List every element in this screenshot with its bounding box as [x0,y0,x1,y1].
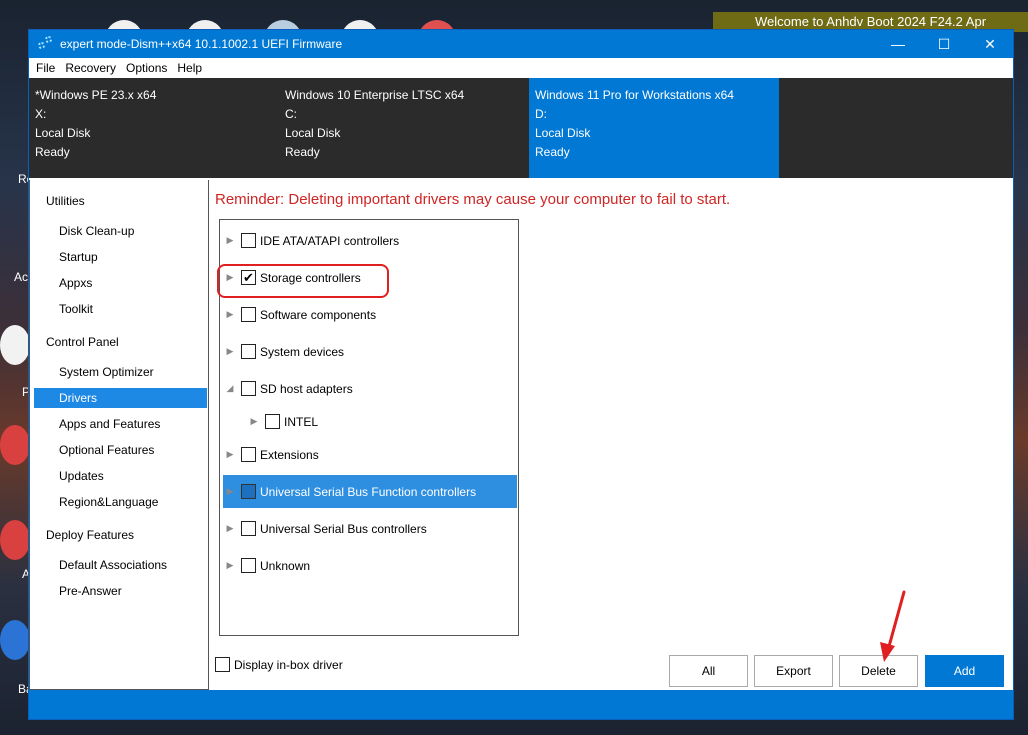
sidebar-header-control-panel: Control Panel [46,335,119,349]
desktop-icon[interactable] [0,325,30,365]
desktop-icon[interactable] [0,620,30,660]
dism-window: expert mode-Dism++x64 10.1.1002.1 UEFI F… [28,29,1014,720]
disk-status: Ready [535,145,570,159]
inbox-driver-option[interactable]: Display in-box driver [215,657,343,672]
expand-arrow-icon[interactable]: ▶ [223,523,237,534]
expand-arrow-icon[interactable]: ▶ [223,346,237,357]
tree-checkbox[interactable] [241,307,256,322]
sidebar-item-default-associations[interactable]: Default Associations [34,555,207,575]
disk-name: *Windows PE 23.x x64 [35,88,157,102]
tree-checkbox[interactable] [241,521,256,536]
disk-selector: *Windows PE 23.x x64 X: Local Disk Ready… [29,78,1013,178]
expand-arrow-icon[interactable]: ▶ [223,560,237,571]
sidebar-item-toolkit[interactable]: Toolkit [34,299,207,319]
tree-item-sd-host[interactable]: ◢ SD host adapters [223,372,517,405]
tree-checkbox[interactable] [241,344,256,359]
tree-item-system-devices[interactable]: ▶ System devices [223,335,517,368]
sidebar-item-pre-answer[interactable]: Pre-Answer [34,581,207,601]
tree-item-label: Extensions [260,447,319,462]
tree-item-label: Universal Serial Bus Function controller… [260,484,477,499]
desktop-icon[interactable] [0,425,30,465]
desktop-label: Ac [14,270,29,284]
menu-recovery[interactable]: Recovery [60,61,121,75]
sidebar-item-apps-features[interactable]: Apps and Features [34,414,207,434]
disk-name: Windows 11 Pro for Workstations x64 [535,88,734,102]
inbox-label: Display in-box driver [234,657,343,672]
tree-checkbox[interactable] [241,558,256,573]
title-bar[interactable]: expert mode-Dism++x64 10.1.1002.1 UEFI F… [29,30,1013,58]
sidebar-item-updates[interactable]: Updates [34,466,207,486]
menu-options[interactable]: Options [121,61,172,75]
menu-file[interactable]: File [31,61,60,75]
collapse-arrow-icon[interactable]: ◢ [223,383,237,394]
disk-tile-win11[interactable]: Windows 11 Pro for Workstations x64 D: L… [529,78,779,178]
disk-drive: X: [35,107,47,121]
disk-tile-pe[interactable]: *Windows PE 23.x x64 X: Local Disk Ready [29,78,279,178]
tree-item-ide[interactable]: ▶ IDE ATA/ATAPI controllers [223,224,517,257]
disk-type: Local Disk [535,126,591,140]
tree-item-label: Software components [260,307,377,322]
disk-type: Local Disk [285,126,341,140]
window-title: expert mode-Dism++x64 10.1.1002.1 UEFI F… [60,37,343,51]
status-bar [29,690,1013,719]
sidebar-item-appxs[interactable]: Appxs [34,273,207,293]
tree-item-label: System devices [260,344,345,359]
tree-item-usb-function[interactable]: ▶ Universal Serial Bus Function controll… [223,475,517,508]
sidebar-item-optional-features[interactable]: Optional Features [34,440,207,460]
sidebar-header-utilities: Utilities [46,194,85,208]
close-button[interactable]: ✕ [967,30,1013,58]
tree-checkbox[interactable] [265,414,280,429]
expand-arrow-icon[interactable]: ▶ [223,235,237,246]
maximize-button[interactable]: ☐ [921,30,967,58]
tree-item-usb-controllers[interactable]: ▶ Universal Serial Bus controllers [223,512,517,545]
highlight-callout [217,264,389,298]
tree-item-label: INTEL [284,414,319,429]
desktop-icon[interactable] [0,520,30,560]
export-button[interactable]: Export [754,655,833,687]
tree-item-label: Universal Serial Bus controllers [260,521,427,536]
tree-item-label: SD host adapters [260,381,353,396]
sidebar-header-deploy: Deploy Features [46,528,135,542]
tree-item-intel[interactable]: ▶ INTEL [247,405,517,438]
tree-checkbox[interactable] [241,484,256,499]
sidebar-item-region-language[interactable]: Region&Language [34,492,207,512]
disk-type: Local Disk [35,126,91,140]
sidebar-item-drivers[interactable]: Drivers [34,388,207,408]
tree-checkbox[interactable] [241,233,256,248]
tree-item-extensions[interactable]: ▶ Extensions [223,438,517,471]
disk-status: Ready [35,145,70,159]
tree-item-software[interactable]: ▶ Software components [223,298,517,331]
sidebar-item-disk-cleanup[interactable]: Disk Clean-up [34,221,207,241]
expand-arrow-icon[interactable]: ▶ [223,486,237,497]
inbox-checkbox[interactable] [215,657,230,672]
sidebar-item-startup[interactable]: Startup [34,247,207,267]
add-button[interactable]: Add [925,655,1004,687]
menu-bar: File Recovery Options Help [29,58,1013,78]
tree-checkbox[interactable] [241,447,256,462]
minimize-button[interactable]: — [875,30,921,58]
disk-tile-win10[interactable]: Windows 10 Enterprise LTSC x64 C: Local … [279,78,529,178]
sidebar: Utilities Disk Clean-up Startup Appxs To… [29,180,209,690]
disk-drive: D: [535,107,547,121]
expand-arrow-icon[interactable]: ▶ [247,416,261,427]
app-gear-icon [38,36,54,52]
expand-arrow-icon[interactable]: ▶ [223,309,237,320]
tree-item-label: Unknown [260,558,311,573]
tree-item-unknown[interactable]: ▶ Unknown [223,549,517,582]
menu-help[interactable]: Help [172,61,207,75]
expand-arrow-icon[interactable]: ▶ [223,449,237,460]
tree-item-label: IDE ATA/ATAPI controllers [260,233,400,248]
all-button[interactable]: All [669,655,748,687]
sidebar-item-system-optimizer[interactable]: System Optimizer [34,362,207,382]
disk-status: Ready [285,145,320,159]
disk-name: Windows 10 Enterprise LTSC x64 [285,88,465,102]
warning-reminder: Reminder: Deleting important drivers may… [215,191,731,208]
delete-button[interactable]: Delete [839,655,918,687]
tree-checkbox[interactable] [241,381,256,396]
disk-drive: C: [285,107,297,121]
